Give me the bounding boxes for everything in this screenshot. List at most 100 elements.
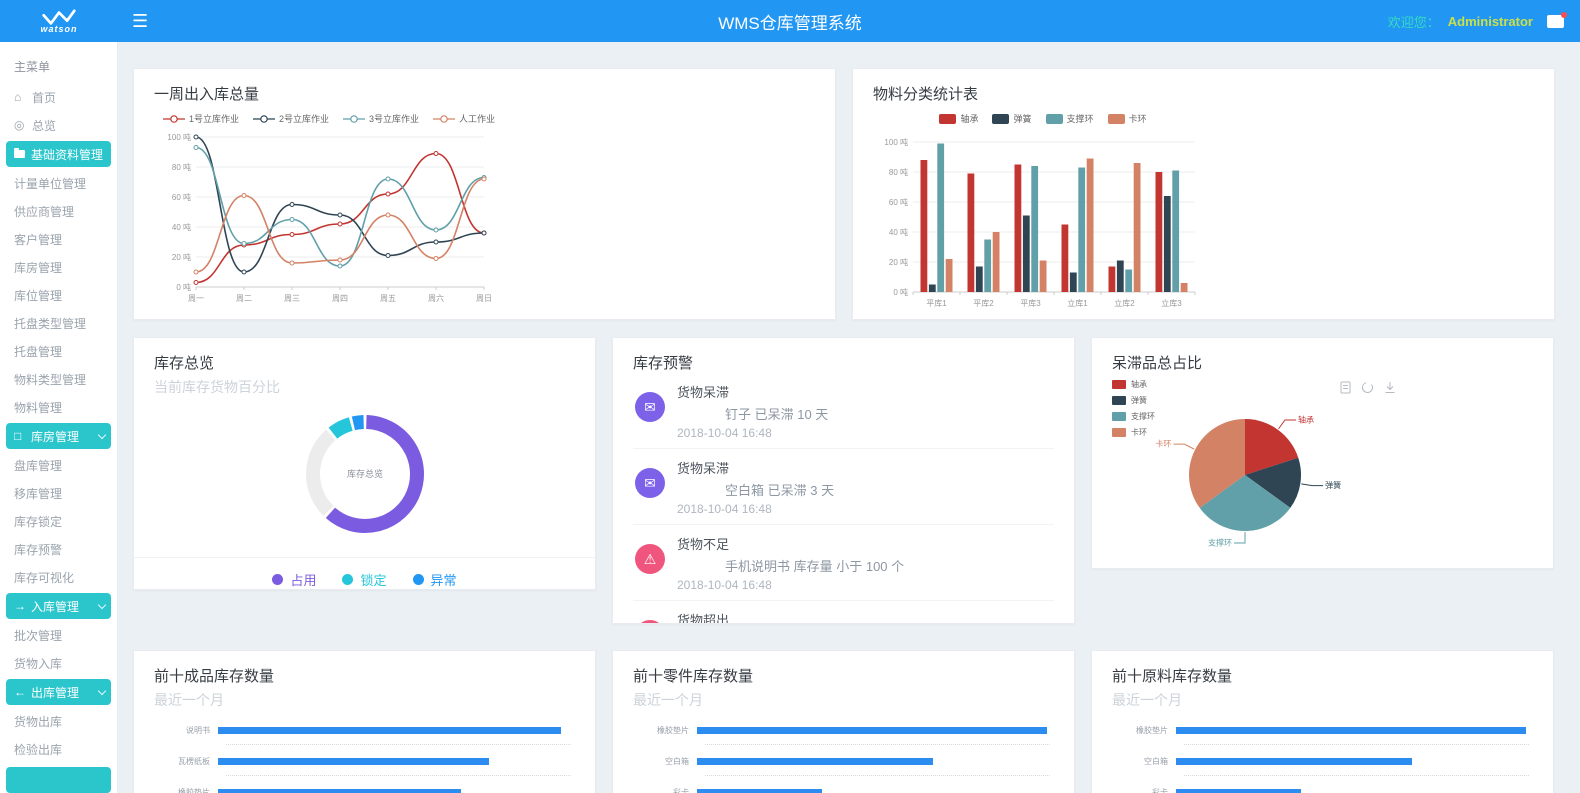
svg-text:周二: 周二 (236, 294, 252, 303)
sidebar-item[interactable]: 库存预警 (0, 535, 117, 563)
sidebar-item-label: 批次管理 (14, 627, 62, 644)
sidebar-item-label: 托盘类型管理 (14, 315, 86, 332)
app-logo[interactable]: watson (0, 0, 118, 42)
card-title: 一周出入库总量 (154, 83, 815, 104)
alert-timestamp: 2018-10-04 16:48 (677, 502, 1054, 516)
sidebar-item[interactable]: 库位管理 (0, 281, 117, 309)
raw-hbar-chart: 橡胶垫片空白箱彩卡说明书 (1112, 724, 1533, 793)
chevron-down-icon (98, 600, 106, 608)
sidebar-section-title: 出库管理 (31, 684, 79, 701)
hbar-row: 说明书 (154, 724, 575, 736)
hbar-label: 彩卡 (633, 787, 697, 793)
sidebar-section[interactable]: □库房管理 (6, 423, 111, 449)
data-view-icon[interactable] (1340, 381, 1351, 394)
hbar-track (697, 758, 1054, 765)
chart-toolbar (1340, 381, 1396, 394)
legend-swatch-icon (1112, 412, 1126, 421)
sidebar-item[interactable]: 客户管理 (0, 225, 117, 253)
bar-chart-legend: 轴承 弹簧 支撑环 卡环 (873, 112, 1213, 125)
legend-item[interactable]: 2号立库作业 (253, 112, 329, 125)
sidebar-item[interactable]: 物料类型管理 (0, 365, 117, 393)
card-title: 物料分类统计表 (873, 83, 1534, 104)
sidebar-item[interactable]: 货物入库 (0, 649, 117, 677)
sidebar-item[interactable]: 检验出库 (0, 735, 117, 763)
sidebar-item[interactable]: 托盘类型管理 (0, 309, 117, 337)
sidebar-item-label: 库存可视化 (14, 569, 74, 586)
sidebar-section[interactable]: 基础资料管理 (6, 141, 111, 167)
svg-text:80 吨: 80 吨 (172, 162, 191, 172)
sidebar-item[interactable]: 库存可视化 (0, 563, 117, 591)
sidebar-item[interactable]: ⌂首页 (0, 83, 117, 111)
sidebar-item-label: 供应商管理 (14, 203, 74, 220)
page-title: WMS仓库管理系统 (0, 9, 1580, 34)
card-title: 库存总览 (154, 352, 575, 373)
sidebar-item[interactable]: 盘库管理 (0, 451, 117, 479)
sidebar-item[interactable]: 库房管理 (0, 253, 117, 281)
top-header: watson ☰ WMS仓库管理系统 欢迎您： Administrator (0, 0, 1580, 42)
alert-timestamp: 2018-10-04 16:48 (677, 426, 1054, 440)
hbar-separator (226, 775, 571, 776)
svg-text:弹簧: 弹簧 (1325, 480, 1341, 490)
legend-item[interactable]: 1号立库作业 (163, 112, 239, 125)
sidebar-item[interactable]: 货物出库 (0, 707, 117, 735)
svg-text:0 吨: 0 吨 (176, 282, 191, 292)
sidebar-section[interactable] (6, 767, 111, 793)
hbar-row: 空白箱 (633, 755, 1054, 767)
sidebar-item[interactable]: 批次管理 (0, 621, 117, 649)
donut-legend: 占用 锁定 异常 (134, 557, 595, 589)
legend-item[interactable]: 人工作业 (433, 112, 495, 125)
legend-item[interactable]: 锁定 (342, 570, 386, 589)
stock-donut-chart: 库存总览 (154, 399, 575, 549)
card-top-parts: 前十零件库存数量 最近一个月 橡胶垫片空白箱彩卡说明书 (612, 650, 1075, 793)
sidebar-section-label: 主菜单 (0, 52, 117, 83)
legend-item[interactable]: 3号立库作业 (343, 112, 419, 125)
legend-marker-icon (343, 114, 365, 124)
svg-text:20 吨: 20 吨 (172, 252, 191, 262)
refresh-icon[interactable] (1361, 381, 1374, 394)
sidebar-item[interactable]: ◎总览 (0, 111, 117, 139)
card-subtitle: 最近一个月 (1112, 690, 1533, 710)
sidebar-item[interactable]: 库存锁定 (0, 507, 117, 535)
legend-dot-icon (413, 574, 424, 585)
legend-label: 2号立库作业 (279, 112, 329, 125)
hbar-track (697, 789, 1054, 793)
hbar-value-bar (218, 789, 461, 793)
svg-text:40 吨: 40 吨 (172, 222, 191, 232)
sidebar-section[interactable]: →入库管理 (6, 593, 111, 619)
mail-alert-icon: ✉ (635, 468, 665, 498)
username[interactable]: Administrator (1448, 14, 1533, 29)
hbar-separator (226, 744, 571, 745)
sidebar-item[interactable]: 物料管理 (0, 393, 117, 421)
legend-item[interactable]: 异常 (413, 570, 457, 589)
sidebar-item[interactable]: 计量单位管理 (0, 169, 117, 197)
hbar-separator (705, 775, 1050, 776)
legend-label: 异常 (431, 570, 457, 589)
legend-item[interactable]: 弹簧 (992, 112, 1031, 125)
message-icon[interactable] (1547, 15, 1564, 28)
sidebar-section[interactable]: ←出库管理 (6, 679, 111, 705)
legend-item[interactable]: 占用 (272, 570, 316, 589)
legend-item[interactable]: 卡环 (1108, 112, 1147, 125)
svg-text:立库3: 立库3 (1161, 298, 1182, 308)
card-top-raw: 前十原料库存数量 最近一个月 橡胶垫片空白箱彩卡说明书 (1091, 650, 1554, 793)
download-icon[interactable] (1384, 381, 1396, 394)
alert-title: 货物呆滞 (677, 458, 1054, 477)
sidebar-item-label: 首页 (32, 89, 56, 106)
sidebar-item-label: 检验出库 (14, 741, 62, 758)
sidebar-item[interactable]: 移库管理 (0, 479, 117, 507)
card-stock-overview: 库存总览 当前库存货物百分比 库存总览 占用锁定异常 (133, 337, 596, 590)
folder-icon (14, 150, 25, 158)
legend-label: 轴承 (960, 112, 978, 125)
sidebar-item[interactable]: 托盘管理 (0, 337, 117, 365)
legend-item[interactable]: 轴承 (1112, 379, 1155, 390)
legend-item[interactable]: 轴承 (939, 112, 978, 125)
hbar-track (1176, 758, 1533, 765)
svg-text:立库1: 立库1 (1067, 298, 1088, 308)
card-top-finished: 前十成品库存数量 最近一个月 说明书瓦楞纸板橡胶垫片空白箱 (133, 650, 596, 793)
menu-icon[interactable]: ☰ (132, 12, 148, 30)
card-title: 前十原料库存数量 (1112, 665, 1533, 686)
sidebar-item[interactable]: 供应商管理 (0, 197, 117, 225)
alert-item: ✉货物呆滞空白箱 已呆滞 3 天2018-10-04 16:48 (633, 449, 1054, 525)
legend-item[interactable]: 支撑环 (1046, 112, 1094, 125)
hbar-label: 橡胶垫片 (633, 725, 697, 736)
